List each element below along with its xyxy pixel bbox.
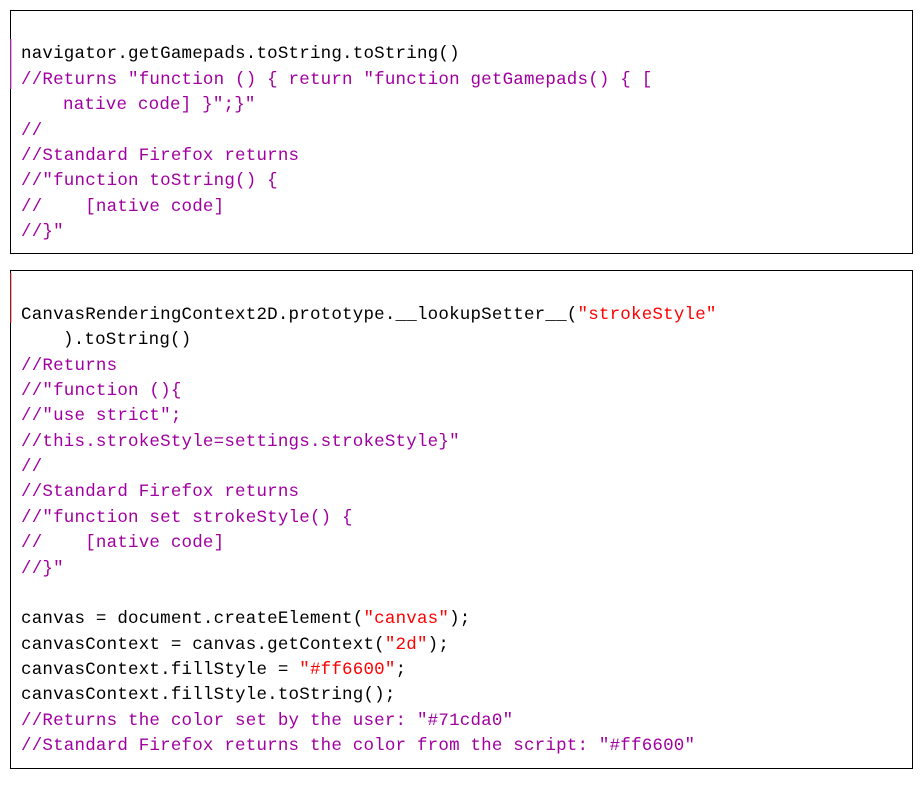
comment-line: //Standard Firefox returns	[21, 482, 299, 502]
comment-line: // [native code]	[21, 197, 224, 217]
comment-line: //Standard Firefox returns the color fro…	[21, 736, 695, 756]
code-line: canvasContext.fillStyle = "#ff6600";	[21, 660, 406, 680]
comment-line: //	[21, 457, 42, 477]
code-block-1: navigator.getGamepads.toString.toString(…	[10, 10, 913, 254]
code-line: canvasContext.fillStyle.toString();	[21, 685, 396, 705]
comment-line: //}"	[21, 559, 64, 579]
comment-line: // [native code]	[21, 533, 224, 553]
code-line: canvasContext = canvas.getContext("2d");	[21, 635, 449, 655]
comment-line: //"function toString() {	[21, 171, 278, 191]
comment-line: //	[21, 121, 42, 141]
comment-line: //"use strict";	[21, 406, 182, 426]
comment-line: //this.strokeStyle=settings.strokeStyle}…	[21, 432, 460, 452]
comment-line: //Returns	[21, 356, 117, 376]
comment-line: native code] }";}"	[21, 95, 256, 115]
comment-line: //"function set strokeStyle() {	[21, 508, 353, 528]
comment-line: //Returns the color set by the user: "#7…	[21, 711, 513, 731]
comment-line: //"function (){	[21, 381, 182, 401]
code-block-2: CanvasRenderingContext2D.prototype.__loo…	[10, 270, 913, 768]
comment-line: //Returns "function () { return "functio…	[21, 70, 652, 90]
code-line: ).toString()	[21, 330, 191, 350]
code-line: CanvasRenderingContext2D.prototype.__loo…	[21, 305, 717, 325]
comment-line: //Standard Firefox returns	[21, 146, 299, 166]
code-line: canvas = document.createElement("canvas"…	[21, 609, 471, 629]
comment-line: //}"	[21, 222, 64, 242]
code-line: navigator.getGamepads.toString.toString(…	[21, 44, 460, 64]
